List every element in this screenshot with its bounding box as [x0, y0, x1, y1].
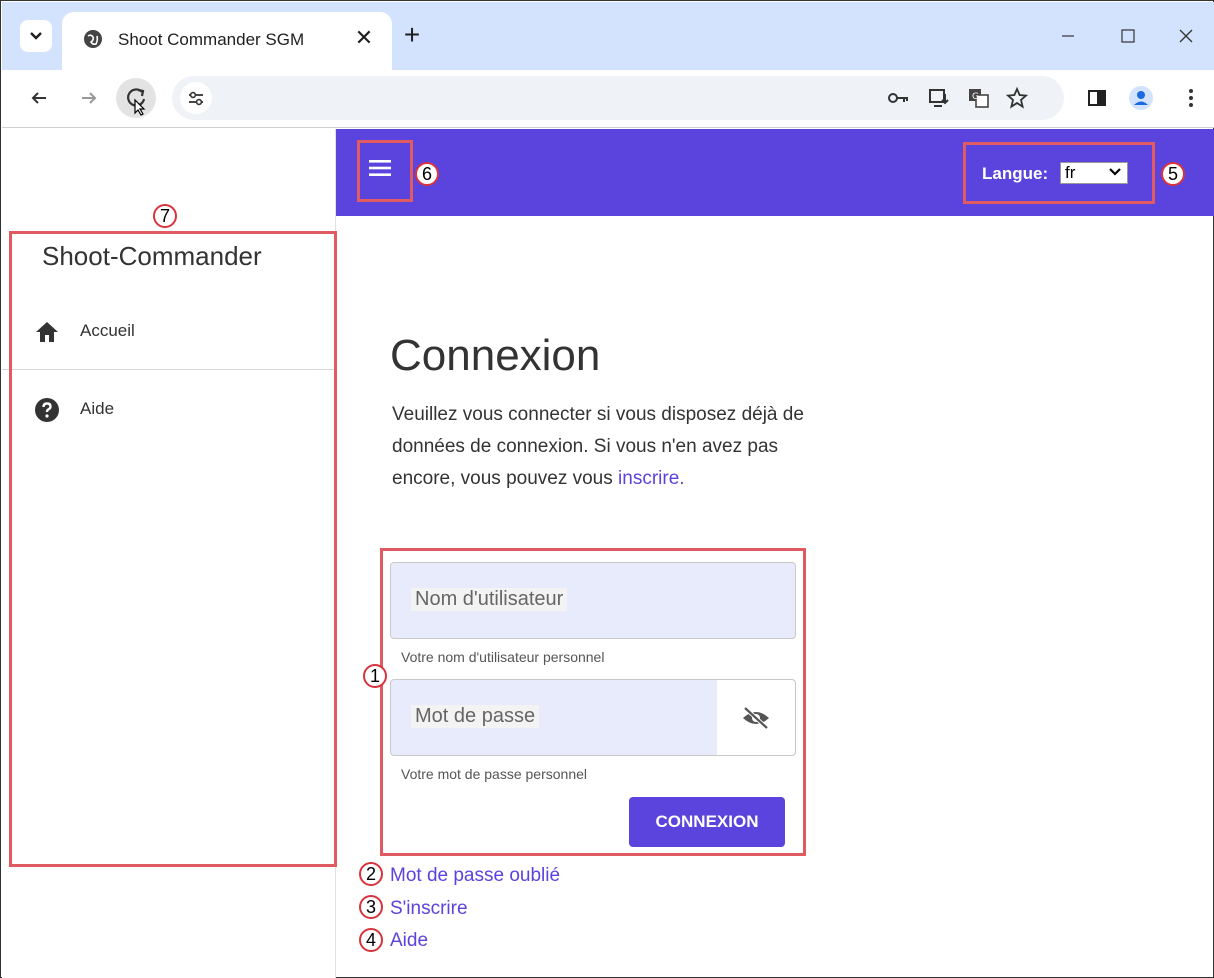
annotation-number-6: 6	[415, 162, 439, 186]
language-label: Langue:	[982, 164, 1049, 183]
password-placeholder: Mot de passe	[411, 705, 540, 728]
more-vert-icon	[1189, 89, 1193, 107]
globe-icon	[84, 30, 102, 48]
profile-button[interactable]	[1126, 83, 1156, 113]
svg-text:G: G	[972, 92, 979, 102]
hamburger-menu-icon	[369, 160, 391, 176]
page-title: Connexion	[390, 331, 601, 380]
browser-menu-button[interactable]	[1176, 83, 1206, 113]
chevron-down-icon	[30, 32, 42, 40]
username-field[interactable]: Nom d'utilisateur	[390, 562, 796, 639]
eye-off-icon	[743, 706, 769, 729]
forward-button[interactable]	[74, 83, 104, 113]
home-icon	[36, 322, 58, 342]
star-icon	[1006, 87, 1028, 109]
app-header: Langue: fr	[336, 129, 1214, 216]
sidebar: Shoot-Commander Accueil Aide	[2, 129, 336, 978]
install-icon	[929, 89, 949, 107]
annotation-number-1: 1	[363, 664, 387, 688]
tune-icon	[189, 91, 203, 106]
annotation-number-5: 5	[1161, 162, 1185, 186]
intro-text: Veuillez vous connecter si vous disposez…	[392, 399, 812, 495]
arrow-left-icon	[31, 92, 46, 104]
bookmark-button[interactable]	[1002, 83, 1032, 113]
close-tab-icon[interactable]: ✕	[352, 26, 376, 50]
tab-title: Shoot Commander SGM	[118, 30, 305, 49]
language-value: fr	[1065, 163, 1076, 182]
browser-window: Shoot Commander SGM ✕ + G Shoot-Commande…	[0, 0, 1214, 978]
maximize-button[interactable]	[1108, 18, 1148, 54]
chevron-down-icon	[1109, 168, 1121, 176]
menu-button[interactable]	[360, 147, 400, 189]
key-icon	[888, 93, 908, 103]
maximize-icon	[1121, 29, 1135, 43]
translate-icon: G	[969, 89, 989, 108]
minimize-button[interactable]	[1048, 18, 1088, 54]
reload-button[interactable]	[116, 78, 156, 118]
sidebar-item-label: Accueil	[80, 321, 135, 340]
toggle-password-visibility[interactable]	[717, 680, 795, 755]
side-panel-button[interactable]	[1082, 83, 1112, 113]
help-icon	[35, 398, 59, 422]
site-info-button[interactable]	[180, 82, 212, 114]
username-hint: Votre nom d'utilisateur personnel	[401, 649, 605, 665]
side-panel-icon	[1088, 90, 1106, 106]
annotation-number-3: 3	[359, 895, 383, 919]
sidebar-title: Shoot-Commander	[42, 241, 262, 271]
new-tab-button[interactable]: +	[398, 21, 426, 50]
browser-toolbar: G	[2, 70, 1214, 128]
annotation-number-2: 2	[359, 862, 383, 886]
language-select[interactable]: fr	[1060, 162, 1128, 184]
login-button[interactable]: CONNEXION	[629, 797, 785, 847]
close-icon	[1179, 29, 1193, 43]
translate-button[interactable]: G	[964, 83, 994, 113]
annotation-number-7: 7	[153, 204, 177, 228]
sidebar-item-accueil[interactable]: Accueil	[2, 319, 336, 399]
password-field[interactable]: Mot de passe	[390, 679, 796, 756]
tab-strip: Shoot Commander SGM ✕ +	[2, 2, 1214, 70]
close-window-button[interactable]	[1166, 18, 1206, 54]
install-app-button[interactable]	[924, 83, 954, 113]
tab-search-button[interactable]	[20, 20, 52, 52]
intro-body: Veuillez vous connecter si vous disposez…	[392, 404, 804, 489]
reload-icon	[127, 88, 146, 116]
help-link[interactable]: Aide	[390, 930, 428, 952]
username-placeholder: Nom d'utilisateur	[411, 588, 568, 611]
back-button[interactable]	[24, 83, 54, 113]
register-link[interactable]: S'inscrire	[390, 898, 468, 920]
sidebar-item-label: Aide	[80, 399, 115, 418]
forgot-password-link[interactable]: Mot de passe oublié	[390, 865, 560, 887]
browser-tab[interactable]: Shoot Commander SGM ✕	[62, 12, 392, 70]
minimize-icon	[1062, 35, 1074, 37]
arrow-right-icon	[82, 92, 97, 104]
password-key-button[interactable]	[884, 83, 914, 113]
address-bar[interactable]: G	[172, 76, 1064, 120]
sidebar-divider	[2, 369, 336, 370]
sidebar-item-aide[interactable]: Aide	[2, 397, 336, 477]
register-inline-link[interactable]: inscrire.	[618, 468, 685, 489]
annotation-number-4: 4	[359, 928, 383, 952]
password-hint: Votre mot de passe personnel	[401, 766, 588, 782]
avatar-icon	[1129, 86, 1153, 110]
